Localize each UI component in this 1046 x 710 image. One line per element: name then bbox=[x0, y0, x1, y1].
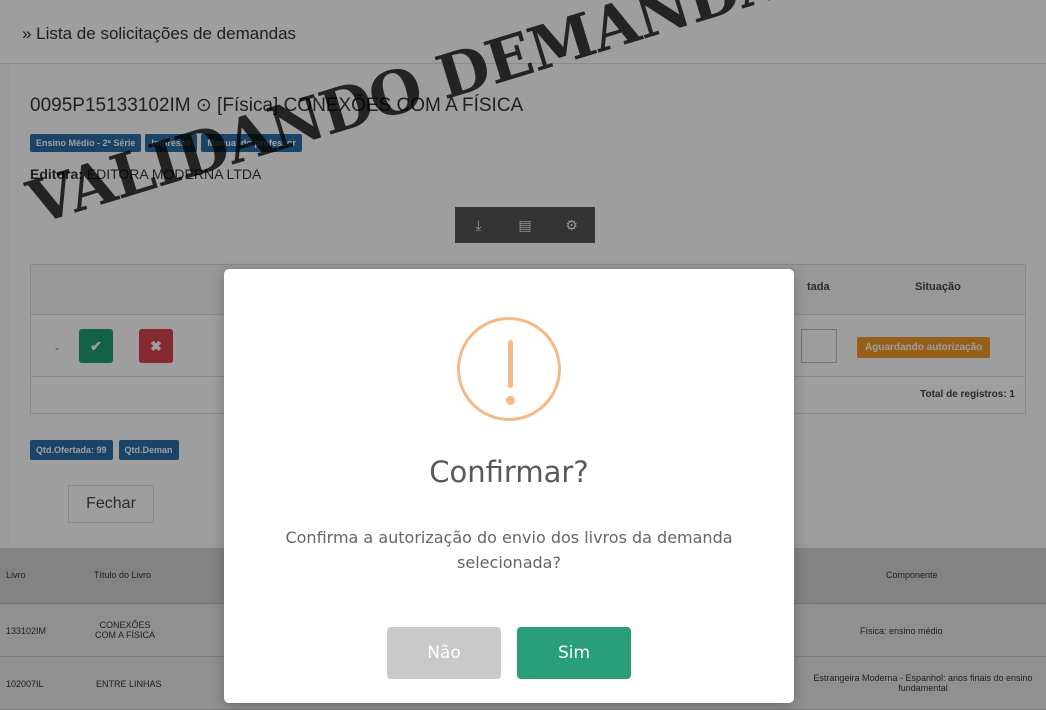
confirm-dialog: Confirmar? Confirma a autorização do env… bbox=[224, 269, 794, 703]
dialog-message: Confirma a autorização do envio dos livr… bbox=[285, 528, 733, 572]
warning-icon bbox=[457, 317, 561, 421]
cancel-button[interactable]: Não bbox=[387, 627, 501, 679]
dialog-buttons: Não Sim bbox=[224, 627, 794, 679]
dialog-title: Confirmar? bbox=[429, 455, 589, 489]
confirm-button[interactable]: Sim bbox=[517, 627, 631, 679]
